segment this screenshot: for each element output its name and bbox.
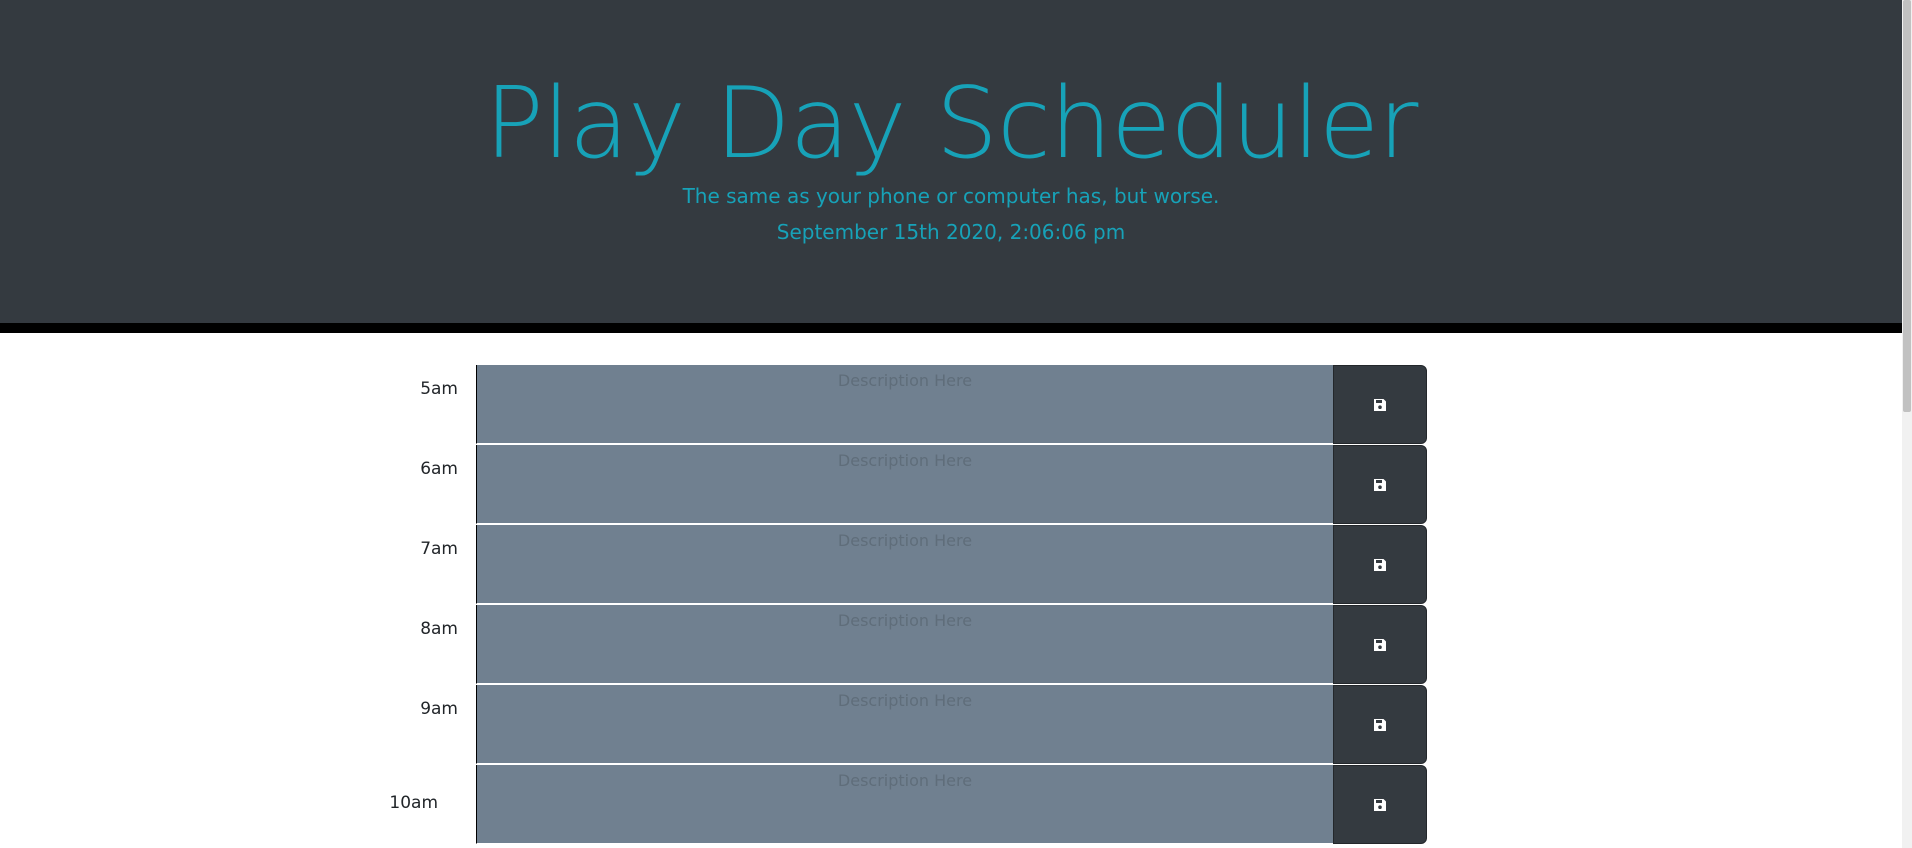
description-input[interactable] [476, 365, 1333, 444]
save-button[interactable] [1333, 525, 1427, 604]
time-block-row: 10am [0, 765, 1902, 845]
floppy-disk-icon [1374, 558, 1386, 571]
description-input[interactable] [476, 685, 1333, 764]
save-button[interactable] [1333, 605, 1427, 684]
scheduler-page: Play Day Scheduler The same as your phon… [0, 0, 1912, 848]
hour-label: 9am [420, 699, 458, 719]
floppy-disk-icon [1374, 398, 1386, 411]
time-block-row: 6am [0, 445, 1902, 525]
hour-label: 8am [420, 619, 458, 639]
hour-label: 6am [420, 459, 458, 479]
time-block-row: 7am [0, 525, 1902, 605]
page-subtitle: The same as your phone or computer has, … [682, 184, 1220, 208]
description-input[interactable] [476, 445, 1333, 524]
save-button[interactable] [1333, 445, 1427, 524]
time-block-row: 5am [0, 365, 1902, 445]
hour-label: 10am [389, 793, 438, 813]
description-input[interactable] [476, 605, 1333, 684]
current-day-clock: September 15th 2020, 2:06:06 pm [776, 220, 1126, 244]
floppy-disk-icon [1374, 478, 1386, 491]
time-block-row: 9am [0, 685, 1902, 765]
scrollbar-thumb[interactable] [1903, 0, 1911, 412]
save-button[interactable] [1333, 765, 1427, 844]
description-input[interactable] [476, 765, 1333, 844]
floppy-disk-icon [1374, 798, 1386, 811]
save-button[interactable] [1333, 685, 1427, 764]
floppy-disk-icon [1374, 638, 1386, 651]
page-scrollbar[interactable] [1902, 0, 1912, 848]
save-button[interactable] [1333, 365, 1427, 444]
time-block-row: 8am [0, 605, 1902, 685]
header-banner: Play Day Scheduler The same as your phon… [0, 0, 1902, 333]
hour-label: 5am [420, 379, 458, 399]
floppy-disk-icon [1374, 718, 1386, 731]
hour-label: 7am [420, 539, 458, 559]
page-title: Play Day Scheduler [484, 67, 1419, 181]
description-input[interactable] [476, 525, 1333, 604]
